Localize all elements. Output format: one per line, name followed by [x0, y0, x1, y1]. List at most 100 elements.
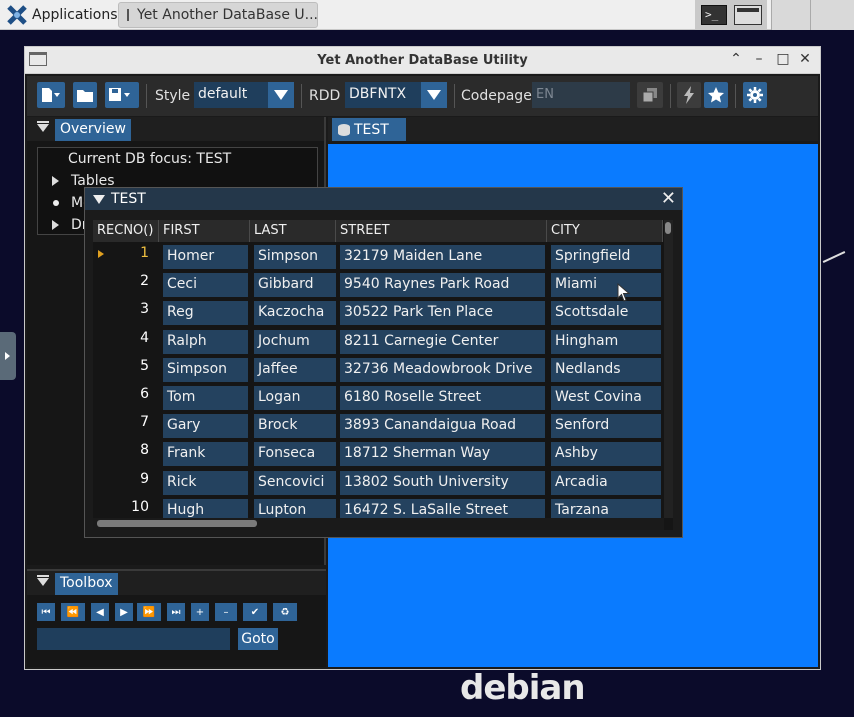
confirm-icon[interactable]: ✔ — [243, 603, 267, 621]
cell-first[interactable]: Frank — [163, 442, 248, 467]
cell-street[interactable]: 9540 Raynes Park Road — [340, 273, 545, 298]
cell-last[interactable]: Brock — [254, 414, 336, 439]
maximize-button[interactable]: □ — [775, 51, 791, 67]
copy-button[interactable] — [637, 82, 663, 108]
collapse-icon[interactable] — [93, 195, 105, 204]
cell-last[interactable]: Simpson — [254, 245, 336, 269]
style-combobox[interactable]: default — [194, 82, 294, 108]
column-header-last[interactable]: LAST — [250, 220, 336, 242]
chevron-down-icon[interactable] — [421, 82, 447, 108]
rdd-combobox[interactable]: DBFNTX — [345, 82, 447, 108]
cell-last[interactable]: Sencovici — [254, 470, 336, 495]
cell-street[interactable]: 18712 Sherman Way — [340, 442, 545, 467]
scroll-thumb[interactable] — [97, 520, 257, 527]
cell-first[interactable]: Ralph — [163, 329, 248, 354]
close-icon[interactable]: ✕ — [661, 188, 676, 209]
table-row[interactable]: 1 Homer Simpson 32179 Maiden Lane Springfiel… — [93, 243, 663, 271]
goto-button[interactable]: Goto — [238, 628, 278, 650]
close-button[interactable]: ✕ — [797, 51, 813, 67]
recycle-icon[interactable]: ♻ — [273, 603, 297, 621]
collapse-icon[interactable] — [37, 121, 49, 132]
chevron-down-icon[interactable] — [268, 82, 294, 108]
taskbar-window-button[interactable]: Yet Another DataBase U... — [118, 2, 318, 28]
new-file-button[interactable] — [37, 82, 65, 108]
window-titlebar[interactable]: Yet Another DataBase Utility ⌃ – □ ✕ — [25, 47, 820, 74]
cell-first[interactable]: Gary — [163, 414, 248, 439]
previous-record-icon[interactable]: ◀ — [91, 603, 109, 621]
cell-first[interactable]: Homer — [163, 245, 248, 269]
cell-city[interactable]: Ashby — [551, 442, 661, 467]
last-record-icon[interactable]: ⏭ — [167, 603, 185, 621]
cell-city[interactable]: Arcadia — [551, 470, 661, 495]
next-record-icon[interactable]: ▶ — [115, 603, 133, 621]
collapse-icon[interactable] — [37, 575, 49, 586]
cell-street[interactable]: 30522 Park Ten Place — [340, 301, 545, 326]
add-record-icon[interactable]: + — [191, 603, 209, 621]
applications-menu-button[interactable]: Applications — [2, 2, 122, 28]
expand-icon[interactable] — [52, 176, 59, 186]
tab-overview[interactable]: Overview — [55, 119, 131, 141]
cell-last[interactable]: Fonseca — [254, 442, 336, 467]
table-row[interactable]: 9 Rick Sencovici 13802 South University Arca… — [93, 469, 663, 497]
cell-street[interactable]: 3893 Canandaigua Road — [340, 414, 545, 439]
table-row[interactable]: 4 Ralph Jochum 8211 Carnegie Center Hingham — [93, 328, 663, 356]
column-header-street[interactable]: STREET — [336, 220, 547, 242]
table-row[interactable]: 8 Frank Fonseca 18712 Sherman Way Ashby — [93, 440, 663, 468]
cell-city[interactable]: Nedlands — [551, 357, 661, 382]
table-row[interactable]: 6 Tom Logan 6180 Roselle Street West Covina — [93, 384, 663, 412]
table-row[interactable]: 5 Simpson Jaffee 32736 Meadowbrook Drive Ned… — [93, 356, 663, 384]
codepage-input[interactable]: EN — [532, 82, 630, 108]
cell-last[interactable]: Logan — [254, 386, 336, 410]
side-panel-toggle[interactable] — [0, 332, 16, 380]
cell-street[interactable]: 6180 Roselle Street — [340, 386, 545, 410]
cell-city[interactable]: Senford — [551, 414, 661, 439]
cell-city[interactable]: Springfield — [551, 245, 661, 269]
shade-button[interactable]: ⌃ — [728, 51, 744, 67]
cell-street[interactable]: 32179 Maiden Lane — [340, 245, 545, 269]
horizontal-scrollbar[interactable] — [93, 518, 664, 530]
column-header-city[interactable]: CITY — [547, 220, 663, 242]
cell-city[interactable]: West Covina — [551, 386, 661, 410]
tab-toolbox[interactable]: Toolbox — [55, 573, 118, 595]
goto-input[interactable] — [37, 628, 230, 650]
cell-street[interactable]: 13802 South University — [340, 470, 545, 495]
vertical-scrollbar[interactable] — [664, 220, 673, 518]
scroll-thumb[interactable] — [665, 222, 671, 234]
dialog-titlebar[interactable]: TEST ✕ — [85, 188, 682, 210]
table-row[interactable]: 7 Gary Brock 3893 Canandaigua Road Senford — [93, 412, 663, 440]
cell-last[interactable]: Jaffee — [254, 357, 336, 382]
cell-last[interactable]: Kaczocha — [254, 301, 336, 326]
save-button[interactable] — [105, 82, 139, 108]
cell-first[interactable]: Rick — [163, 470, 248, 495]
column-header-recno[interactable]: RECNO() — [93, 220, 159, 242]
cell-last[interactable]: Jochum — [254, 329, 336, 354]
flash-button[interactable] — [677, 82, 701, 108]
minimize-button[interactable]: – — [751, 51, 767, 67]
settings-button[interactable] — [743, 82, 767, 108]
terminal-icon[interactable]: >_ — [701, 5, 727, 25]
cell-street[interactable]: 32736 Meadowbrook Drive — [340, 357, 545, 382]
cell-city[interactable]: Scottsdale — [551, 301, 661, 326]
expand-icon[interactable] — [52, 220, 59, 230]
cell-street[interactable]: 8211 Carnegie Center — [340, 329, 545, 354]
rewind-icon[interactable]: ⏪ — [61, 603, 85, 621]
table-row[interactable]: 3 Reg Kaczocha 30522 Park Ten Place Scottsda… — [93, 299, 663, 327]
data-grid[interactable]: RECNO() FIRST LAST STREET CITY 1 Homer Sim… — [93, 220, 673, 530]
fast-forward-icon[interactable]: ⏩ — [137, 603, 161, 621]
cell-first[interactable]: Tom — [163, 386, 248, 410]
first-record-icon[interactable]: ⏮ — [37, 603, 55, 621]
tree-item-dr[interactable]: Dr — [52, 214, 88, 236]
delete-record-icon[interactable]: – — [215, 603, 237, 621]
open-folder-button[interactable] — [73, 82, 97, 108]
table-row[interactable]: 2 Ceci Gibbard 9540 Raynes Park Road Miami — [93, 271, 663, 299]
cell-city[interactable]: Miami — [551, 273, 661, 298]
cell-first[interactable]: Simpson — [163, 357, 248, 382]
column-header-first[interactable]: FIRST — [159, 220, 250, 242]
favorites-button[interactable] — [704, 82, 728, 108]
cell-city[interactable]: Hingham — [551, 329, 661, 354]
tab-test[interactable]: TEST — [332, 118, 406, 141]
cell-first[interactable]: Ceci — [163, 273, 248, 298]
show-desktop-icon[interactable] — [734, 5, 762, 25]
cell-first[interactable]: Reg — [163, 301, 248, 326]
cell-last[interactable]: Gibbard — [254, 273, 336, 298]
